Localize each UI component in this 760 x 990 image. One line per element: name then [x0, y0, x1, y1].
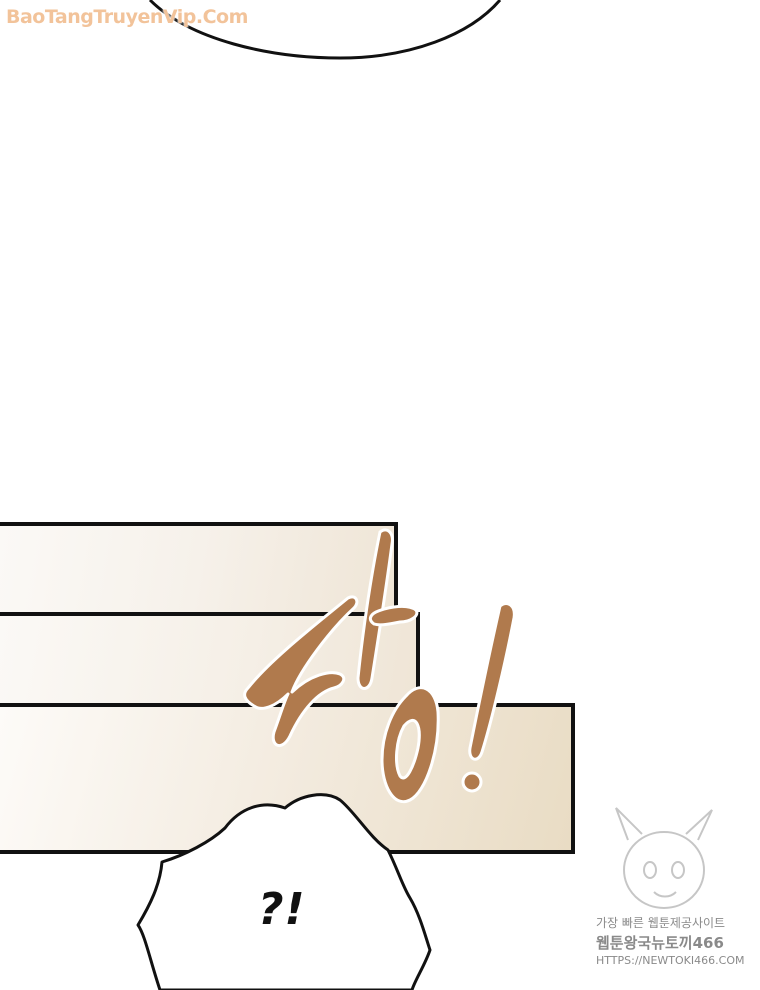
shout-text: ?!: [258, 884, 306, 935]
sfx-clang-lettering: [243, 528, 516, 804]
comic-page: BaoTangTruyenVip.Com ?! 가장 빠른 웹툰제공사이트 웹툰…: [0, 0, 760, 990]
newtoki-mascot-logo: [615, 807, 713, 909]
newtoki-brand: 웹툰왕국뉴토끼466: [596, 934, 724, 952]
newtoki-tagline: 가장 빠른 웹툰제공사이트: [596, 916, 726, 930]
newtoki-url: HTTPS://NEWTOKI466.COM: [596, 954, 745, 967]
